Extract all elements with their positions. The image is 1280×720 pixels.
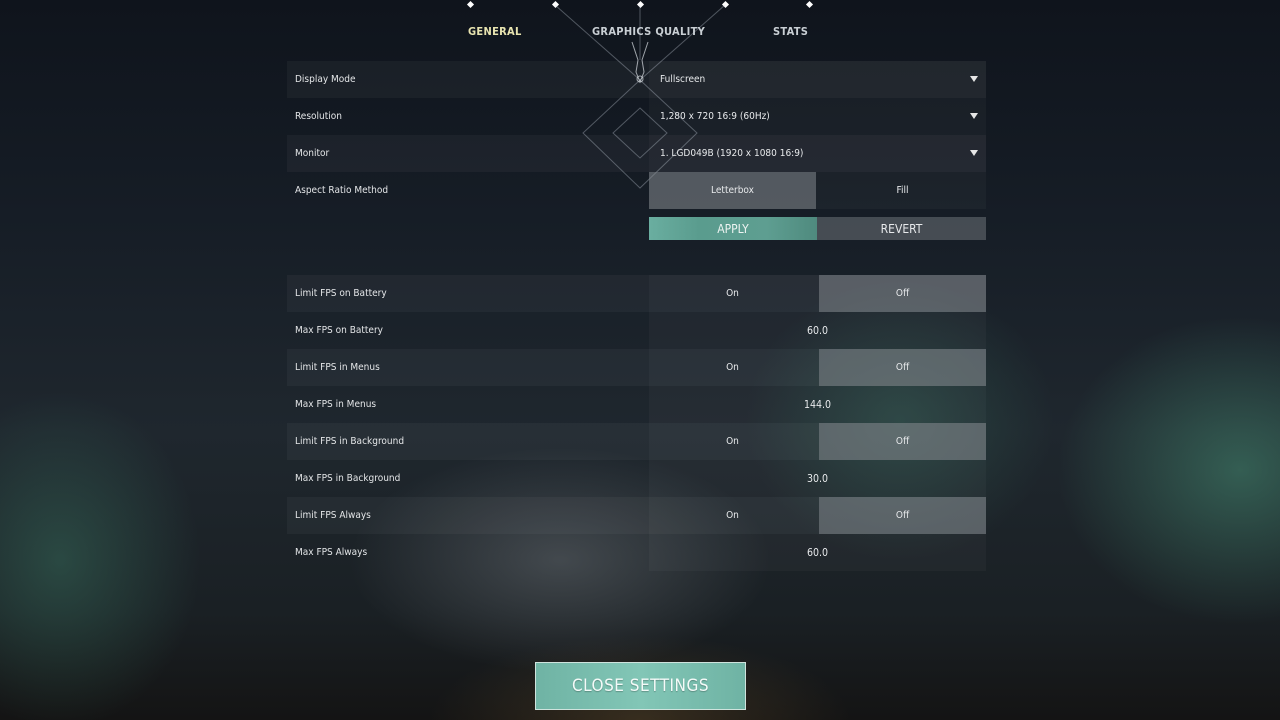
setting-row-max-fps-menus: Max FPS in Menus 144.0 xyxy=(287,386,986,423)
on-option[interactable]: On xyxy=(649,349,816,386)
setting-row-limit-fps-battery: Limit FPS on Battery On Off xyxy=(287,275,986,312)
settings-tabs: GENERAL GRAPHICS QUALITY STATS xyxy=(0,0,1280,50)
setting-row-limit-fps-menus: Limit FPS in Menus On Off xyxy=(287,349,986,386)
setting-row-display-mode: Display Mode Fullscreen xyxy=(287,61,986,98)
dropdown-value: Fullscreen xyxy=(660,74,706,85)
setting-row-monitor: Monitor 1. LGD049B (1920 x 1080 16:9) xyxy=(287,135,986,172)
on-option[interactable]: On xyxy=(649,275,816,312)
off-option[interactable]: Off xyxy=(819,497,986,534)
settings-panel: Display Mode Fullscreen Resolution 1,280… xyxy=(287,61,986,209)
setting-row-max-fps-background: Max FPS in Background 30.0 xyxy=(287,460,986,497)
setting-label: Limit FPS Always xyxy=(295,510,371,521)
setting-label: Aspect Ratio Method xyxy=(295,185,389,196)
tab-marker-icon xyxy=(636,0,645,9)
dropdown-value: 1,280 x 720 16:9 (60Hz) xyxy=(660,111,770,122)
off-option[interactable]: Off xyxy=(819,275,986,312)
setting-row-limit-fps-background: Limit FPS in Background On Off xyxy=(287,423,986,460)
off-option[interactable]: Off xyxy=(819,423,986,460)
setting-label: Max FPS on Battery xyxy=(295,325,383,336)
max-fps-always-input[interactable]: 60.0 xyxy=(649,534,986,571)
dropdown-value: 1. LGD049B (1920 x 1080 16:9) xyxy=(660,148,804,159)
max-fps-battery-input[interactable]: 60.0 xyxy=(649,312,986,349)
setting-row-max-fps-always: Max FPS Always 60.0 xyxy=(287,534,986,571)
max-fps-menus-input[interactable]: 144.0 xyxy=(649,386,986,423)
tab-general[interactable]: GENERAL xyxy=(468,25,522,38)
off-option[interactable]: Off xyxy=(819,349,986,386)
chevron-down-icon xyxy=(970,76,978,82)
fill-option[interactable]: Fill xyxy=(819,172,986,209)
setting-row-limit-fps-always: Limit FPS Always On Off xyxy=(287,497,986,534)
setting-label: Resolution xyxy=(295,111,342,122)
tab-marker-icon xyxy=(551,0,560,9)
setting-label: Limit FPS in Menus xyxy=(295,362,380,373)
on-option[interactable]: On xyxy=(649,497,816,534)
revert-button[interactable]: REVERT xyxy=(817,217,986,240)
tab-stats[interactable]: STATS xyxy=(773,25,808,38)
tab-marker-icon xyxy=(721,0,730,9)
max-fps-background-input[interactable]: 30.0 xyxy=(649,460,986,497)
limit-fps-always-toggle: On Off xyxy=(649,497,986,534)
setting-label: Monitor xyxy=(295,148,330,159)
on-option[interactable]: On xyxy=(649,423,816,460)
tab-marker-icon xyxy=(805,0,814,9)
setting-row-resolution: Resolution 1,280 x 720 16:9 (60Hz) xyxy=(287,98,986,135)
close-settings-button[interactable]: CLOSE SETTINGS xyxy=(535,662,746,710)
chevron-down-icon xyxy=(970,113,978,119)
setting-label: Display Mode xyxy=(295,74,356,85)
setting-row-aspect-ratio: Aspect Ratio Method Letterbox Fill xyxy=(287,172,986,209)
monitor-dropdown[interactable]: 1. LGD049B (1920 x 1080 16:9) xyxy=(649,135,986,172)
apply-button[interactable]: APPLY xyxy=(649,217,817,240)
setting-label: Max FPS Always xyxy=(295,547,368,558)
limit-fps-menus-toggle: On Off xyxy=(649,349,986,386)
aspect-ratio-toggle: Letterbox Fill xyxy=(649,172,986,209)
letterbox-option[interactable]: Letterbox xyxy=(649,172,816,209)
setting-row-max-fps-battery: Max FPS on Battery 60.0 xyxy=(287,312,986,349)
display-mode-dropdown[interactable]: Fullscreen xyxy=(649,61,986,98)
fps-panel: Limit FPS on Battery On Off Max FPS on B… xyxy=(287,275,986,571)
apply-revert-group: APPLY REVERT xyxy=(649,217,986,240)
setting-label: Max FPS in Menus xyxy=(295,399,377,410)
tab-marker-icon xyxy=(466,0,475,9)
limit-fps-battery-toggle: On Off xyxy=(649,275,986,312)
tab-graphics-quality[interactable]: GRAPHICS QUALITY xyxy=(592,25,705,38)
chevron-down-icon xyxy=(970,150,978,156)
resolution-dropdown[interactable]: 1,280 x 720 16:9 (60Hz) xyxy=(649,98,986,135)
setting-label: Limit FPS on Battery xyxy=(295,288,387,299)
setting-label: Limit FPS in Background xyxy=(295,436,405,447)
limit-fps-background-toggle: On Off xyxy=(649,423,986,460)
setting-label: Max FPS in Background xyxy=(295,473,401,484)
